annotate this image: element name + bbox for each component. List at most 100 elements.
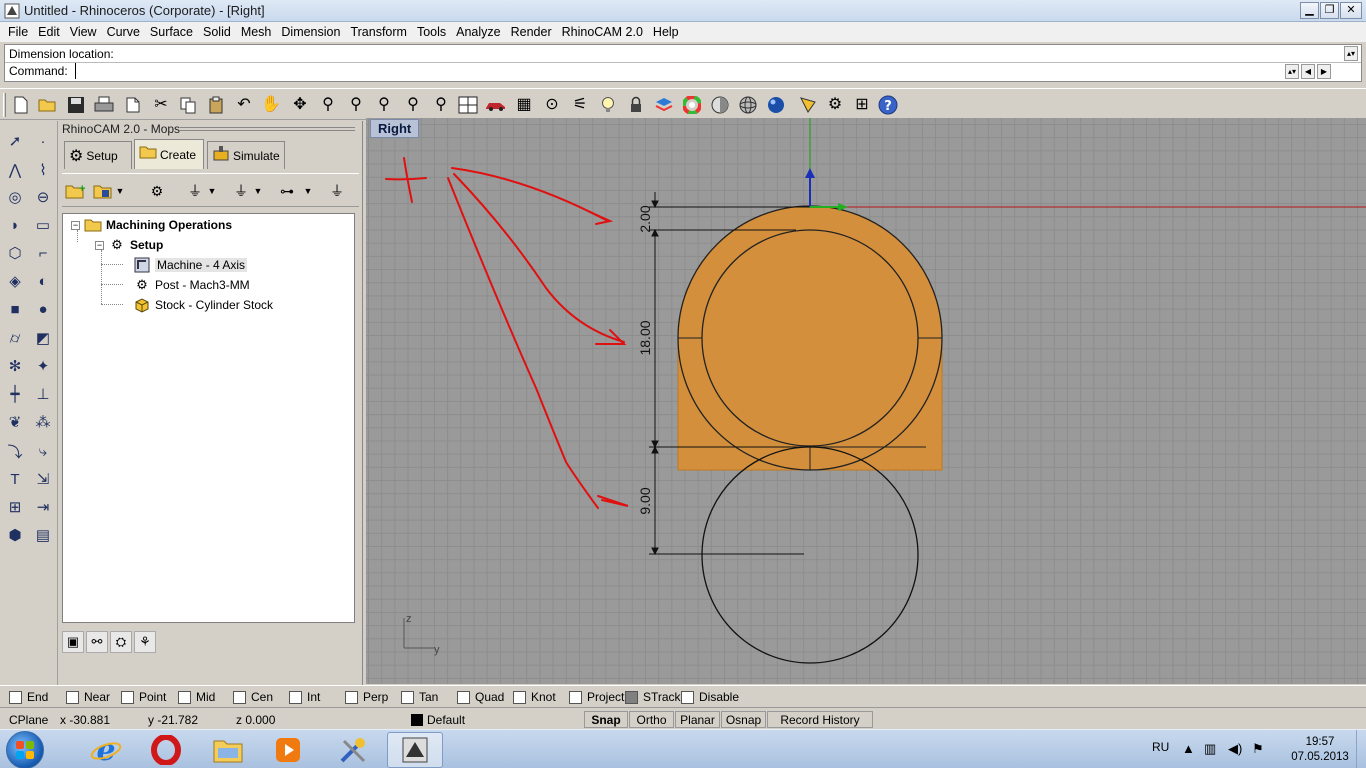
cylinder-icon[interactable]: ⌭ — [3, 326, 27, 350]
snap-toggle[interactable]: Snap — [584, 711, 628, 728]
collapse-icon[interactable]: − — [95, 240, 104, 250]
grid-icon[interactable]: ▦ — [513, 94, 535, 116]
close-button[interactable]: ✕ — [1340, 2, 1362, 19]
drill-dropdown-icon[interactable]: ▼ — [206, 180, 218, 202]
named-view-icon[interactable] — [797, 94, 819, 116]
osnap-disable-checkbox[interactable] — [681, 690, 694, 704]
render-icon[interactable]: ⬢ — [3, 523, 27, 547]
osnap-end[interactable]: End — [9, 690, 48, 704]
osnap-knot[interactable]: Knot — [513, 690, 556, 704]
undo-icon[interactable]: ↶ — [233, 94, 255, 116]
ellipse-icon[interactable]: ⊖ — [31, 185, 55, 209]
tree-node-machine[interactable]: Machine - 4 Axis — [133, 256, 248, 274]
show-hidden-icon[interactable]: ▲ — [1182, 741, 1195, 756]
command-right-icon[interactable]: ▶ — [1317, 64, 1331, 79]
extrude-icon[interactable]: ◩ — [31, 326, 55, 350]
osnap-near-checkbox[interactable] — [66, 690, 79, 704]
osnap-toggle[interactable]: Osnap — [721, 711, 766, 728]
surface-edit-icon[interactable]: ◐ — [31, 269, 55, 293]
menu-analyze[interactable]: Analyze — [451, 25, 505, 39]
pan-hand-icon[interactable]: ✋ — [260, 94, 282, 116]
layer-icon[interactable] — [653, 94, 675, 116]
action-center-icon[interactable]: ⚑ — [1252, 741, 1264, 757]
paste-icon[interactable] — [205, 94, 227, 116]
tree-node-setup[interactable]: − ⚙ Setup — [95, 236, 163, 254]
tree-node-machining-ops[interactable]: − Machining Operations — [71, 216, 232, 234]
toolbar-grip[interactable] — [3, 93, 6, 117]
zoom-window-icon[interactable]: ⚲ — [345, 94, 367, 116]
info-icon[interactable]: ▣ — [62, 631, 84, 653]
arc-icon[interactable]: ◗ — [3, 213, 27, 237]
polygon-icon[interactable]: ⬡ — [3, 241, 27, 265]
media-player-icon[interactable] — [260, 732, 316, 768]
tree-node-post[interactable]: ⚙ Post - Mach3-MM — [133, 276, 250, 294]
rotate-view-icon[interactable]: ✥ — [289, 94, 311, 116]
point-icon[interactable]: · — [31, 129, 55, 153]
new-folder-icon[interactable]: + — [64, 180, 86, 202]
dimension-icon[interactable]: ⇲ — [31, 467, 55, 491]
rectangle-icon[interactable]: ▭ — [31, 213, 55, 237]
polyline-icon[interactable]: ⋀ — [3, 158, 27, 182]
box-icon[interactable]: ■ — [3, 297, 27, 321]
command-spin-icon[interactable]: ▴▾ — [1285, 64, 1299, 79]
ortho-toggle[interactable]: Ortho — [629, 711, 674, 728]
edit-points-icon[interactable]: ✻ — [3, 354, 27, 378]
new-icon[interactable] — [10, 94, 32, 116]
zoom-selected-icon[interactable]: ⚲ — [402, 94, 424, 116]
menu-surface[interactable]: Surface — [145, 25, 198, 39]
menu-solid[interactable]: Solid — [198, 25, 236, 39]
opera-icon[interactable] — [138, 732, 194, 768]
template-icon[interactable] — [122, 94, 144, 116]
menu-render[interactable]: Render — [506, 25, 557, 39]
command-left-icon[interactable]: ◀ — [1301, 64, 1315, 79]
clock[interactable]: 19:57 07.05.2013 — [1290, 735, 1350, 765]
4axis-dropdown-icon[interactable]: ▼ — [302, 180, 314, 202]
osnap-mid-checkbox[interactable] — [178, 690, 191, 704]
osnap-disable[interactable]: Disable — [681, 690, 739, 704]
4axis-tool-icon[interactable]: ⊶ — [276, 180, 298, 202]
osnap-strack-checkbox[interactable] — [625, 690, 638, 704]
menu-edit[interactable]: Edit — [33, 25, 65, 39]
menu-help[interactable]: Help — [648, 25, 684, 39]
osnap-mid[interactable]: Mid — [178, 690, 215, 704]
select-points-icon[interactable]: ⚟ — [569, 94, 591, 116]
boolean-icon[interactable]: ❦ — [3, 410, 27, 434]
osnap-cen-checkbox[interactable] — [233, 690, 246, 704]
trim-icon[interactable]: ┿ — [3, 382, 27, 406]
surface-icon[interactable]: ◈ — [3, 269, 27, 293]
osnap-icon[interactable]: ⊙ — [541, 94, 563, 116]
menu-file[interactable]: File — [3, 25, 33, 39]
explorer-icon[interactable] — [200, 732, 256, 768]
curve-icon[interactable]: ⌇ — [31, 158, 55, 182]
transform-icon[interactable]: ⤷ — [31, 439, 55, 463]
menu-transform[interactable]: Transform — [345, 25, 412, 39]
sphere-tool-icon[interactable]: ● — [31, 297, 55, 321]
setup-tool-icon[interactable]: ⚙ — [146, 180, 168, 202]
panel-grip[interactable] — [180, 127, 355, 131]
start-button[interactable] — [6, 731, 44, 768]
open-icon[interactable] — [37, 94, 59, 116]
osnap-perp[interactable]: Perp — [345, 690, 388, 704]
light-bulb-icon[interactable] — [597, 94, 619, 116]
mill-tool-icon[interactable]: ⏚ — [230, 180, 252, 202]
lock-icon[interactable] — [625, 94, 647, 116]
color-wheel-icon[interactable] — [681, 94, 703, 116]
osnap-perp-checkbox[interactable] — [345, 690, 358, 704]
shade-icon[interactable] — [709, 94, 731, 116]
group-icon[interactable]: ⁂ — [31, 410, 55, 434]
menu-tools[interactable]: Tools — [412, 25, 451, 39]
zoom-extents-icon[interactable]: ⚲ — [373, 94, 395, 116]
analyze-icon[interactable]: ⇥ — [31, 495, 55, 519]
viewport-canvas[interactable]: 2.00 18.00 9.00 z y — [366, 118, 1366, 684]
hide-icon[interactable]: ⤵ — [3, 439, 27, 463]
volume-icon[interactable]: ◀) — [1228, 741, 1242, 757]
ie-icon[interactable]: e — [78, 732, 134, 768]
text-icon[interactable]: T — [3, 467, 27, 491]
simulate-small-icon[interactable]: ⛭ — [110, 631, 132, 653]
settings-small-icon[interactable]: ⚘ — [134, 631, 156, 653]
history-scroll-icon[interactable]: ▴▾ — [1344, 46, 1358, 61]
osnap-end-checkbox[interactable] — [9, 690, 22, 704]
menu-mesh[interactable]: Mesh — [236, 25, 277, 39]
osnap-tan[interactable]: Tan — [401, 690, 438, 704]
circle-icon[interactable]: ◎ — [3, 185, 27, 209]
